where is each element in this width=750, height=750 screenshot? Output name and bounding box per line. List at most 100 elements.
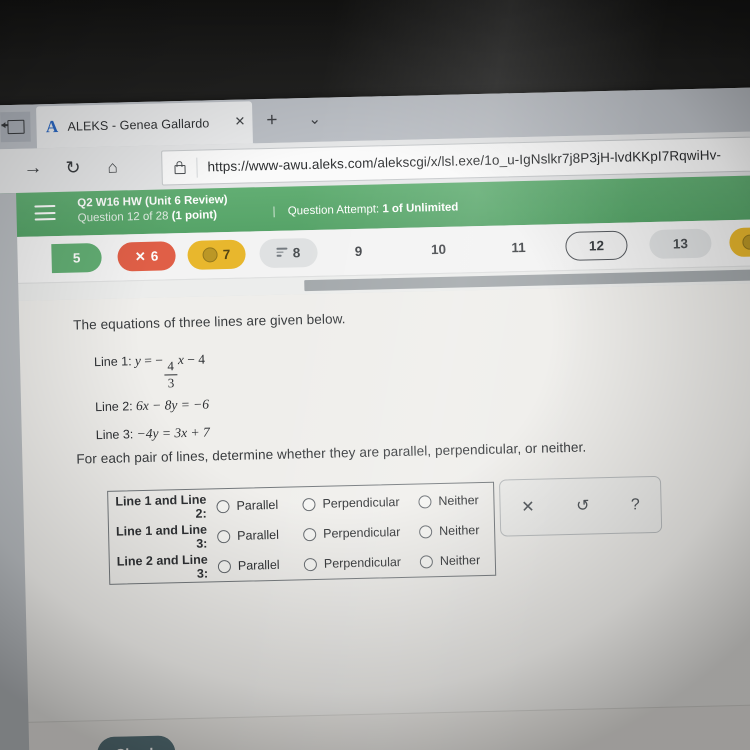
row-2-option-parallel[interactable]: Parallel xyxy=(217,527,303,543)
option-label: Neither xyxy=(439,553,481,569)
line-3-text: −4y = 3x + 7 xyxy=(136,424,210,442)
problem-body: The equations of three lines are given b… xyxy=(0,282,750,750)
aleks-favicon: A xyxy=(45,116,59,137)
line-1-tail: − 4 xyxy=(187,351,206,367)
url-text: https://www-awu.aleks.com/alekscgi/x/lsl… xyxy=(207,147,722,175)
pill-number: 13 xyxy=(672,236,689,252)
browser-tab[interactable]: A ALEKS - Genea Gallardo ✕ xyxy=(36,101,253,149)
option-label: Perpendicular xyxy=(323,524,401,541)
line-1-label: Line 1: xyxy=(93,354,132,370)
radio-button[interactable] xyxy=(418,524,433,539)
pill-number: 9 xyxy=(354,243,363,259)
question-pill-12[interactable]: 12 xyxy=(565,230,628,262)
hamburger-menu-icon[interactable] xyxy=(34,205,56,225)
equation-line-3: Line 3: −4y = 3x + 7 xyxy=(96,424,210,443)
attempt-label: Question Attempt: xyxy=(287,203,380,218)
line-1-sign: − xyxy=(155,352,164,368)
radio-button[interactable] xyxy=(303,527,317,541)
question-pill-9[interactable]: 9 xyxy=(335,236,382,266)
line-2-label: Line 2: xyxy=(94,399,133,415)
option-label: Parallel xyxy=(237,557,280,573)
option-label: Neither xyxy=(438,523,480,539)
header-separator: | xyxy=(272,205,276,218)
set-tabs-aside-button[interactable] xyxy=(0,111,31,143)
row-3-label: Line 2 and Line 3: xyxy=(116,552,209,581)
line-2-text: 6x − 8y = −6 xyxy=(135,396,210,414)
pill-number: 7 xyxy=(222,246,231,263)
row-1-label: Line 1 and Line 2: xyxy=(115,492,207,521)
fraction-numerator: 4 xyxy=(167,358,175,374)
radio-button[interactable] xyxy=(303,557,318,571)
answer-tool-panel: ✕ ↺ ? xyxy=(498,475,663,537)
question-pill-11[interactable]: 11 xyxy=(495,233,542,263)
photo-of-screen: A ALEKS - Genea Gallardo ✕ + ⌄ ← → ↻ ⌂ h… xyxy=(0,0,750,750)
browser-window: A ALEKS - Genea Gallardo ✕ + ⌄ ← → ↻ ⌂ h… xyxy=(0,86,750,750)
row-2-option-perpendicular[interactable]: Perpendicular xyxy=(303,525,419,542)
help-icon[interactable]: ? xyxy=(631,496,640,513)
close-icon[interactable]: ✕ xyxy=(234,114,245,129)
radio-button[interactable] xyxy=(217,529,231,543)
option-label: Parallel xyxy=(236,497,279,513)
row-3-option-neither[interactable]: Neither xyxy=(419,553,481,569)
question-pill-6[interactable]: ✕ 6 xyxy=(117,241,176,272)
line-1-variable: x xyxy=(177,352,185,368)
question-pill-7[interactable]: 7 xyxy=(187,239,246,270)
problem-stem: The equations of three lines are given b… xyxy=(73,311,346,333)
question-pill-13[interactable]: 13 xyxy=(649,228,712,260)
line-1-lhs: y xyxy=(134,353,142,369)
incorrect-icon: ✕ xyxy=(134,248,146,264)
partial-circle-icon xyxy=(202,247,218,263)
assignment-info: Q2 W16 HW (Unit 6 Review) Question 12 of… xyxy=(77,193,228,226)
radio-button[interactable] xyxy=(217,559,232,573)
partial-circle-icon xyxy=(742,234,750,250)
reload-icon[interactable]: ↻ xyxy=(65,157,81,177)
clear-icon[interactable]: ✕ xyxy=(521,498,535,515)
new-tab-icon[interactable]: + xyxy=(266,110,278,131)
row-1-option-parallel[interactable]: Parallel xyxy=(216,497,302,513)
line-1-fraction: 43 xyxy=(164,358,178,391)
pill-number: 8 xyxy=(292,245,301,261)
question-counter: Question 12 of 28 (1 point) xyxy=(78,208,228,226)
home-icon[interactable]: ⌂ xyxy=(107,158,118,177)
question-label: Question 12 of 28 xyxy=(77,210,169,225)
option-label: Perpendicular xyxy=(323,554,402,571)
question-pill-5[interactable]: 5 xyxy=(51,242,102,274)
answer-table: Line 1 and Line 2: Parallel Perpendicula… xyxy=(107,481,497,585)
attempt-info: | Question Attempt: 1 of Unlimited xyxy=(272,202,458,218)
row-3-option-parallel[interactable]: Parallel xyxy=(217,557,304,573)
problem-instruction: For each pair of lines, determine whethe… xyxy=(76,439,587,467)
question-points: (1 point) xyxy=(171,208,218,222)
option-label: Parallel xyxy=(237,527,280,543)
question-pill-10[interactable]: 10 xyxy=(415,234,462,264)
line-1-equals: = xyxy=(144,352,153,368)
problem-footer: Check xyxy=(0,703,750,750)
equation-line-2: Line 2: 6x − 8y = −6 xyxy=(95,396,209,415)
radio-button[interactable] xyxy=(302,497,316,511)
pill-number: 12 xyxy=(588,238,605,254)
attempt-value: 1 of Unlimited xyxy=(382,201,459,216)
pill-number: 5 xyxy=(72,250,81,266)
question-pill-8[interactable]: 8 xyxy=(259,237,318,269)
check-button[interactable]: Check xyxy=(96,735,176,750)
bars-icon xyxy=(276,247,288,259)
option-label: Perpendicular xyxy=(322,494,400,511)
radio-button[interactable] xyxy=(418,494,432,509)
chevron-down-icon[interactable]: ⌄ xyxy=(308,111,321,128)
equation-line-1: Line 1: y = −4 3 x − 4 xyxy=(94,352,206,392)
row-2-option-neither[interactable]: Neither xyxy=(418,523,480,539)
set-tabs-aside-icon xyxy=(6,119,25,135)
radio-button[interactable] xyxy=(419,554,434,569)
undo-icon[interactable]: ↺ xyxy=(576,497,590,514)
row-1-option-neither[interactable]: Neither xyxy=(418,493,479,508)
forward-icon[interactable]: → xyxy=(23,157,42,178)
row-3-option-perpendicular[interactable]: Perpendicular xyxy=(303,554,420,572)
radio-button[interactable] xyxy=(216,499,230,513)
question-pill-14[interactable]: 14 xyxy=(729,226,750,258)
pill-number: 10 xyxy=(430,241,447,258)
row-1-option-perpendicular[interactable]: Perpendicular xyxy=(302,495,418,512)
line-3-label: Line 3: xyxy=(95,427,134,443)
pill-number: 6 xyxy=(150,248,159,264)
pill-number: 11 xyxy=(511,239,526,256)
option-label: Neither xyxy=(438,493,479,509)
fraction-denominator: 3 xyxy=(167,375,175,391)
